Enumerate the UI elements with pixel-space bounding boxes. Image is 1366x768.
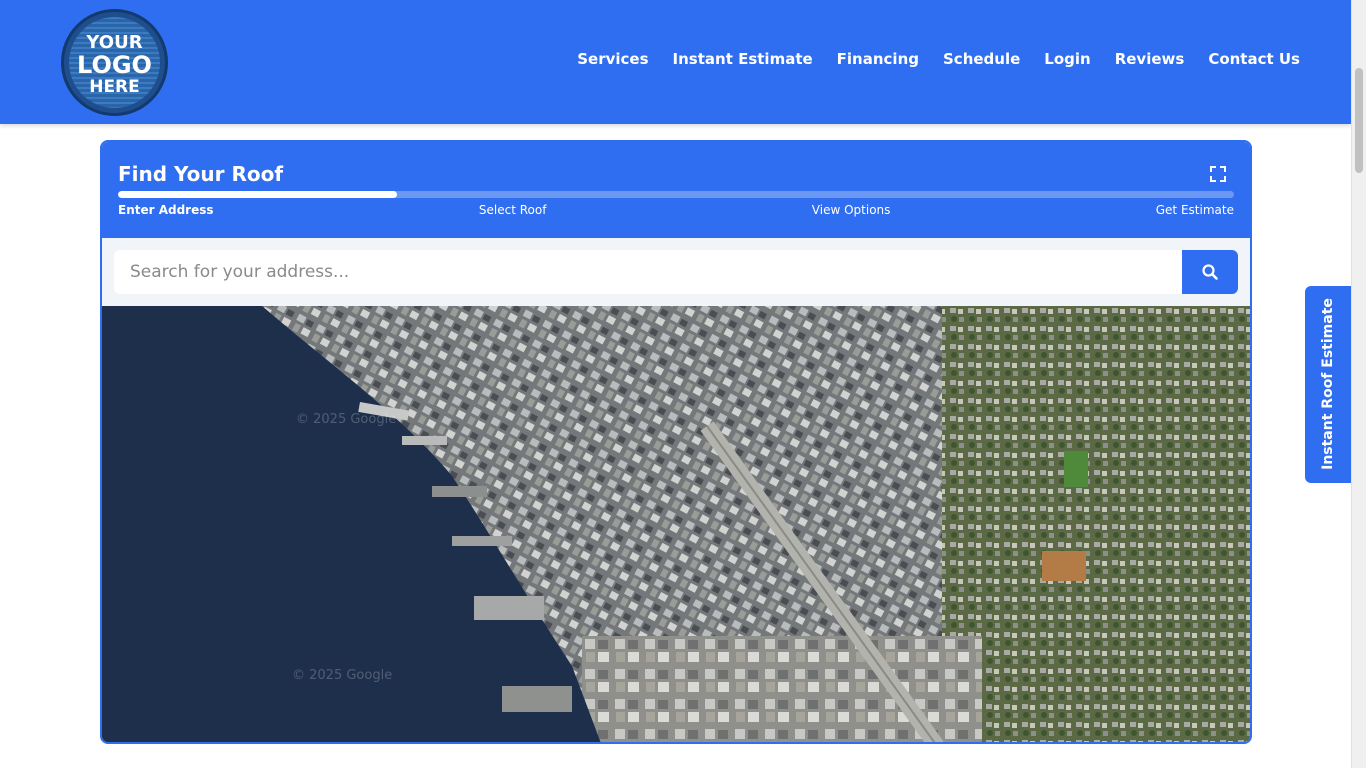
logo-line-2: LOGO <box>77 51 152 79</box>
nav-login[interactable]: Login <box>1044 50 1090 68</box>
address-search-bar <box>102 238 1250 306</box>
roof-finder-card: Find Your Roof Enter Address Select Roof… <box>100 140 1252 744</box>
map-watermark: © 2025 Google <box>292 668 393 683</box>
address-search-input[interactable] <box>114 250 1184 294</box>
logo-line-3: HERE <box>89 77 140 97</box>
step-select-roof: Select Roof <box>478 203 547 217</box>
search-icon <box>1202 264 1218 280</box>
instant-roof-estimate-label: Instant Roof Estimate <box>1320 298 1336 470</box>
search-button[interactable] <box>1182 250 1238 294</box>
satellite-map[interactable]: © 2025 Google © 2025 Google <box>102 306 1250 742</box>
nav-financing[interactable]: Financing <box>837 50 919 68</box>
map-watermark: © 2025 Google <box>296 412 397 427</box>
nav-schedule[interactable]: Schedule <box>943 50 1020 68</box>
step-view-options: View Options <box>811 203 891 217</box>
step-enter-address: Enter Address <box>118 203 214 217</box>
scrollbar-thumb[interactable] <box>1355 68 1363 173</box>
nav-services[interactable]: Services <box>577 50 648 68</box>
roof-finder-header: Find Your Roof Enter Address Select Roof… <box>102 142 1250 238</box>
instant-roof-estimate-tab[interactable]: Instant Roof Estimate <box>1305 286 1351 483</box>
main-nav: Services Instant Estimate Financing Sche… <box>553 50 1300 68</box>
step-get-estimate: Get Estimate <box>1155 203 1234 217</box>
progress-bar <box>118 191 1234 198</box>
site-header: YOUR LOGO HERE Services Instant Estimate… <box>0 0 1351 124</box>
nav-contact-us[interactable]: Contact Us <box>1208 50 1300 68</box>
page-scrollbar[interactable] <box>1351 0 1366 768</box>
logo[interactable]: YOUR LOGO HERE <box>61 9 168 116</box>
logo-text: YOUR LOGO HERE <box>64 32 165 98</box>
roof-finder-title: Find Your Roof <box>118 162 284 186</box>
nav-reviews[interactable]: Reviews <box>1115 50 1185 68</box>
nav-instant-estimate[interactable]: Instant Estimate <box>673 50 813 68</box>
expand-icon[interactable] <box>1210 166 1226 182</box>
progress-fill <box>118 191 397 198</box>
progress-steps: Enter Address Select Roof View Options G… <box>118 203 1234 217</box>
